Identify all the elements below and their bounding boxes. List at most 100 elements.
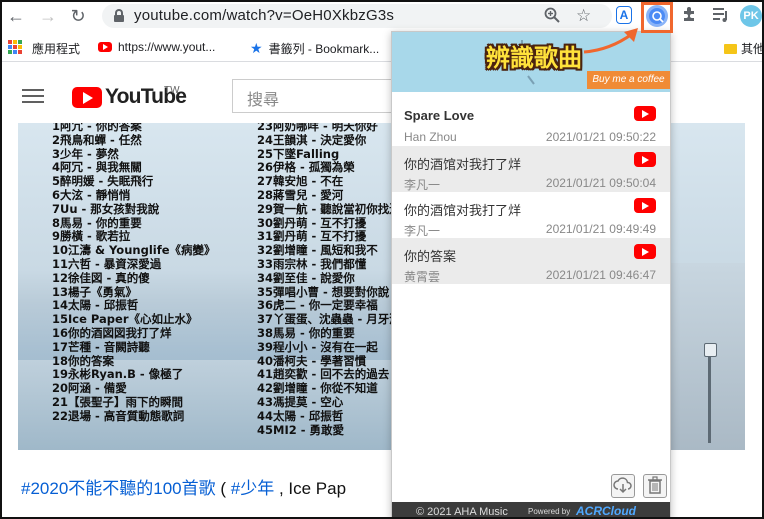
song-list-line: 15Ice Paper《心如止水》 <box>52 312 198 327</box>
song-list-line: 5醉明媛 - 失眠飛行 <box>52 174 154 189</box>
song-artist: 黄霄雲 <box>404 270 441 284</box>
song-item[interactable]: 你的酒馆对我打了烊 李凡一 2021/01/21 09:49:49 <box>392 192 670 238</box>
song-title: Spare Love <box>404 108 475 123</box>
reload-icon[interactable]: ↻ <box>68 6 88 26</box>
song-list-line: 18你的答案 <box>52 353 115 368</box>
song-list-line: 2飛鳥和蟬 - 任然 <box>52 132 142 147</box>
song-list-line: 28蔣雪兒 - 愛河 <box>257 187 344 202</box>
song-title: 你的酒馆对我打了烊 <box>404 203 522 218</box>
song-list-line: 45MI2 - 勇敢愛 <box>257 422 345 437</box>
acrcloud-logo[interactable]: ACRCloud <box>576 502 636 517</box>
hashtag-link[interactable]: #2020不能不聽的100首歌 <box>21 479 216 498</box>
song-item[interactable]: Spare Love Han Zhou 2021/01/21 09:50:22 <box>392 100 670 146</box>
song-list-line: 43馮提莫 - 空心 <box>257 394 344 409</box>
song-list-line: 26伊格 - 孤獨為榮 <box>257 160 355 175</box>
song-artist: 李凡一 <box>404 178 441 192</box>
song-list-line: 9勝橫 - 歌若拉 <box>52 229 131 244</box>
apps-grid-icon <box>8 40 22 54</box>
youtube-search-input[interactable]: 搜尋 <box>232 79 392 113</box>
back-arrow-icon[interactable]: ← <box>6 6 26 26</box>
extensions-puzzle-icon[interactable] <box>679 5 701 27</box>
bookmark-youtube[interactable]: https://www.yout... <box>98 40 215 54</box>
media-queue-icon[interactable] <box>709 5 731 27</box>
youtube-play-icon[interactable] <box>634 106 656 121</box>
star-icon: ★ <box>250 40 263 56</box>
lock-icon <box>114 9 124 22</box>
screenshot-frame: ← → ↻ youtube.com/watch?v=OeH0XkbzG3s ☆ … <box>0 0 764 519</box>
song-list-line: 21【張聖子】雨下的瞬間 <box>52 394 184 409</box>
song-list-line: 20阿涵 - 備愛 <box>52 381 127 396</box>
footer-copyright: © 2021 AHA Music <box>416 506 508 518</box>
buy-coffee-button[interactable]: Buy me a coffee <box>587 71 670 89</box>
hashtag-link[interactable]: #少年 <box>231 479 274 498</box>
song-time: 2021/01/21 09:49:49 <box>545 222 656 236</box>
song-list-line: 42劉增瞳 - 你從不知道 <box>257 381 378 396</box>
popup-footer: © 2021 AHA Music Powered by ACRCloud <box>392 502 670 518</box>
song-list-line: 8馬易 - 你的重要 <box>52 215 142 230</box>
song-item[interactable]: 你的酒馆对我打了烊 李凡一 2021/01/21 09:50:04 <box>392 146 670 192</box>
hamburger-menu-icon[interactable] <box>22 89 44 103</box>
youtube-play-icon[interactable] <box>634 198 656 213</box>
song-list-line: 3少年 - 夢然 <box>52 146 119 161</box>
song-list-line: 22退場 - 高音質動態歌詞 <box>52 408 185 423</box>
youtube-icon <box>98 42 112 52</box>
youtube-play-icon[interactable] <box>634 152 656 167</box>
song-list-line: 39程小小 - 沒有在一起 <box>257 339 378 354</box>
lamp-post <box>704 343 717 443</box>
song-list-line: 25下墜Falling <box>257 146 340 161</box>
song-list-overlay: 1阿冗 - 你的答案 2飛鳥和蟬 - 任然 3少年 - 夢然 4阿冗 - 與我無關 5醉… <box>52 123 422 450</box>
song-list-line: 24王韻淇 - 決定愛你 <box>257 132 367 147</box>
song-list-right-column: 23阿奶哪咩 - 明天你好 24王韻淇 - 決定愛你 25下墜Falling 26伊格… <box>257 123 412 437</box>
popup-toolbar <box>392 472 670 500</box>
song-list-line: 6大泫 - 靜悄悄 <box>52 187 131 202</box>
bookmark-apps[interactable]: 應用程式 <box>32 40 80 57</box>
song-time: 2021/01/21 09:46:47 <box>545 268 656 282</box>
forward-arrow-icon[interactable]: → <box>38 6 58 26</box>
song-list-line: 32劉增瞳 - 風短和我不 <box>257 243 378 258</box>
song-list-line: 38馬易 - 你的重要 <box>257 325 355 340</box>
song-list-line: 27韓安旭 - 不在 <box>257 174 344 189</box>
recognized-songs-list: Spare Love Han Zhou 2021/01/21 09:50:22 … <box>392 100 670 284</box>
aha-music-popup: Buy me a coffee Spare Love Han Zhou 2021… <box>391 31 671 518</box>
song-list-line: 29賀一航 - 聽說當初你找過我 <box>257 201 413 216</box>
bookmark-bar-folder[interactable]: ★ 書籤列 - Bookmark... <box>250 40 379 57</box>
song-time: 2021/01/21 09:50:22 <box>545 130 656 144</box>
song-title: 你的答案 <box>404 249 457 264</box>
song-list-left-column: 1阿冗 - 你的答案 2飛鳥和蟬 - 任然 3少年 - 夢然 4阿冗 - 與我無關 5醉… <box>52 123 216 424</box>
song-list-line: 35彈唱小曹 - 想要對你說 <box>257 284 390 299</box>
cloud-download-icon[interactable] <box>611 474 635 498</box>
trash-icon[interactable] <box>643 474 667 498</box>
song-list-line: 36虎二 - 你一定要幸福 <box>257 298 378 313</box>
song-item[interactable]: 你的答案 黄霄雲 2021/01/21 09:46:47 <box>392 238 670 284</box>
song-list-line: 19永彬Ryan.B - 像極了 <box>52 367 184 382</box>
song-time: 2021/01/21 09:50:04 <box>545 176 656 190</box>
youtube-play-icon[interactable] <box>634 244 656 259</box>
song-list-line: 12徐佳図 - 真的傻 <box>52 270 150 285</box>
folder-icon <box>724 44 737 54</box>
song-list-line: 16你的酒図図我打了烊 <box>52 325 172 340</box>
song-list-line: 10江濤 & Younglife《病變》 <box>52 243 216 258</box>
youtube-logo-icon[interactable] <box>72 87 102 108</box>
footer-powered-by: Powered by <box>528 507 571 516</box>
annotation-callout: 辨識歌曲 <box>486 45 582 72</box>
zoom-icon[interactable] <box>544 6 560 29</box>
address-bar[interactable]: youtube.com/watch?v=OeH0XkbzG3s ☆ <box>102 4 612 28</box>
song-list-line: 41趙奕歡 - 回不去的過去 <box>257 367 390 382</box>
song-title: 你的酒馆对我打了烊 <box>404 157 522 172</box>
song-list-line: 7Uu - 那女孩對我說 <box>52 201 160 216</box>
song-list-line: 14太陽 - 邱振哲 <box>52 298 139 313</box>
song-list-line: 30劉丹萌 - 互不打擾 <box>257 215 367 230</box>
song-list-line: 11六哲 - 暴資深愛過 <box>52 256 162 271</box>
song-list-line: 13楊子《勇氣》 <box>52 284 138 299</box>
song-list-line: 31劉丹萌 - 互不打擾 <box>257 229 367 244</box>
profile-avatar[interactable]: PK <box>740 5 762 27</box>
song-list-line: 34劉至佳 - 說愛你 <box>257 270 355 285</box>
url-text[interactable]: youtube.com/watch?v=OeH0XkbzG3s <box>134 7 394 24</box>
song-list-line: 33雨宗林 - 我們都懂 <box>257 256 367 271</box>
video-description: #2020不能不聽的100首歌 ( #少年 , Ice Pap <box>21 479 347 498</box>
song-artist: Han Zhou <box>404 130 457 144</box>
song-list-line: 40潘柯夫 - 學著習慣 <box>257 353 367 368</box>
song-list-line: 4阿冗 - 與我無關 <box>52 160 142 175</box>
youtube-region: TW <box>164 85 180 96</box>
bookmark-other[interactable]: 其他 <box>724 40 762 57</box>
